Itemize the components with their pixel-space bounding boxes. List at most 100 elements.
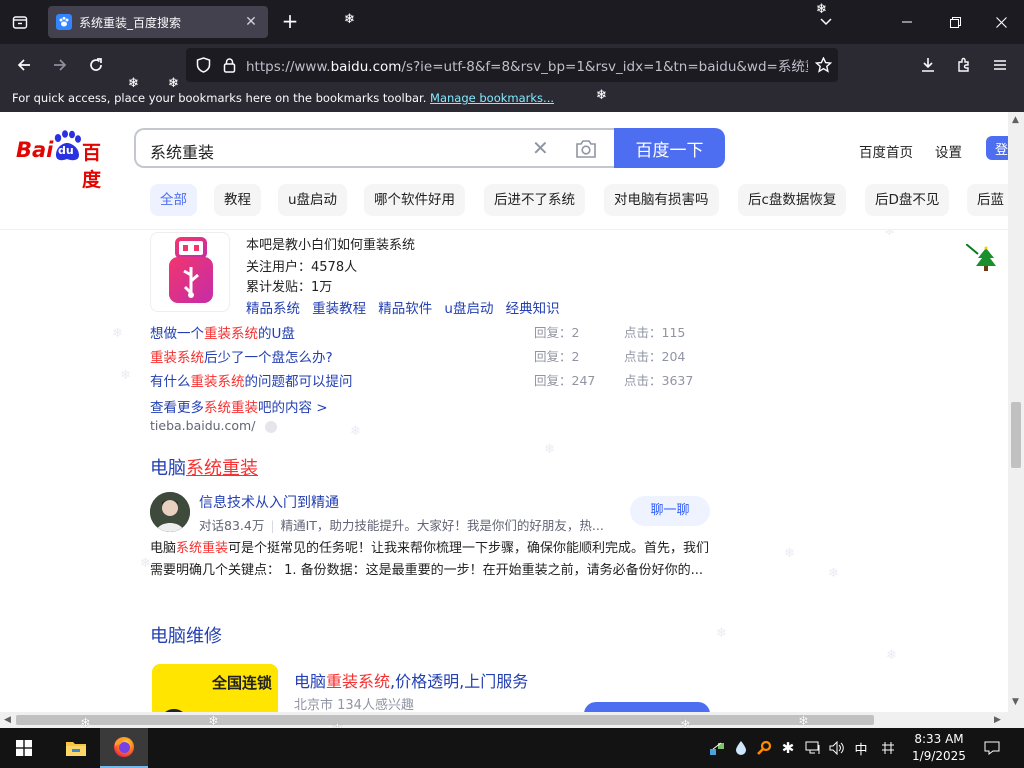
chip-tutorial[interactable]: 教程 <box>214 184 261 216</box>
windows-taskbar: ✱ 中 8:33 AM 1/9/2025 <box>0 728 1024 768</box>
chat-button[interactable]: 聊一聊 <box>630 496 710 526</box>
camera-search-icon[interactable] <box>574 138 598 160</box>
extensions-icon[interactable] <box>952 53 976 77</box>
file-explorer-icon[interactable] <box>52 728 100 768</box>
tieba-thread-link[interactable]: 有什么重装系统的问题都可以提问 <box>150 370 353 390</box>
notification-icon[interactable] <box>982 738 1002 758</box>
ime-mode-icon[interactable] <box>878 738 898 758</box>
close-window-button[interactable] <box>978 0 1024 44</box>
search-button[interactable]: 百度一下 <box>614 128 725 168</box>
tracking-protection-shield-icon[interactable] <box>194 56 212 74</box>
manage-bookmarks-link[interactable]: Manage bookmarks... <box>430 91 554 105</box>
system-clock[interactable]: 8:33 AM 1/9/2025 <box>906 731 972 765</box>
more-icon[interactable] <box>265 420 278 433</box>
author-name-link[interactable]: 信息技术从入门到精通 <box>199 492 339 512</box>
scroll-down-arrow-icon[interactable]: ▼ <box>1012 698 1020 707</box>
result-title-link[interactable]: 电脑维修 <box>150 622 222 648</box>
lock-icon[interactable] <box>220 56 238 74</box>
menu-icon[interactable] <box>988 53 1012 77</box>
chip-cannot-enter[interactable]: 后进不了系统 <box>484 184 585 216</box>
firefox-view-icon[interactable] <box>8 10 32 34</box>
scroll-right-arrow-icon[interactable]: ▶ <box>994 715 1001 725</box>
chip-all[interactable]: 全部 <box>150 184 197 216</box>
url-text[interactable]: https://www.baidu.com/s?ie=utf-8&f=8&rsv… <box>246 55 808 75</box>
usb-drive-icon <box>169 237 213 303</box>
network-icon[interactable] <box>802 738 824 758</box>
clock-time: 8:33 AM <box>914 732 964 746</box>
baidu-results-page: Bai du 百度 系统重装 ✕ 百度一下 百度首页 设置 登 全部 教程 u盘… <box>0 112 1008 712</box>
tieba-thread-link[interactable]: 重装系统后少了一个盘怎么办? <box>150 346 333 366</box>
thread-replies: 回复：2 <box>534 349 580 364</box>
repair-ad-image[interactable]: 全国连锁 <box>152 664 278 712</box>
author-stats: 对话83.4万 | 精通IT，助力技能提升。大家好！我是你们的好朋友，热... <box>199 518 604 533</box>
avatar[interactable] <box>150 492 190 532</box>
chip-c-drive-recovery[interactable]: 后c盘数据恢复 <box>738 184 847 216</box>
baidu-header: Bai du 百度 系统重装 ✕ 百度一下 百度首页 设置 登 全部 教程 u盘… <box>0 112 1008 230</box>
forward-arrow-icon[interactable] <box>48 53 72 77</box>
downloads-icon[interactable] <box>916 53 940 77</box>
result-snippet-line: 电脑系统重装可是个挺常见的任务呢！让我来帮你梳理一下步骤，确保你能顺利完成。首先… <box>150 541 710 556</box>
tieba-more-link[interactable]: 查看更多系统重装吧的内容 > <box>150 396 328 416</box>
drop-icon[interactable] <box>732 738 750 758</box>
tieba-category-link[interactable]: 重装教程 <box>312 301 366 317</box>
snowflake-tray-icon[interactable]: ✱ <box>778 738 798 758</box>
tieba-followers: 关注用户：4578人 <box>246 260 358 275</box>
thread-clicks: 点击：3637 <box>624 373 694 388</box>
new-tab-button[interactable]: + <box>280 11 300 32</box>
bookmarks-toolbar: For quick access, place your bookmarks h… <box>0 86 1024 112</box>
active-tab[interactable]: 系统重装_百度搜索 ✕ <box>48 6 268 38</box>
reload-icon[interactable] <box>84 53 108 77</box>
tab-strip: 系统重装_百度搜索 ✕ + <box>0 0 1024 44</box>
scroll-up-arrow-icon[interactable]: ▲ <box>1012 116 1020 125</box>
back-arrow-icon[interactable] <box>12 53 36 77</box>
volume-icon[interactable] <box>826 738 848 758</box>
thread-clicks: 点击：115 <box>624 325 686 340</box>
tieba-category-link[interactable]: 精品软件 <box>378 301 432 317</box>
settings-link[interactable]: 设置 <box>935 141 962 161</box>
tab-title: 系统重装_百度搜索 <box>79 15 182 30</box>
tieba-forum-logo[interactable] <box>150 232 230 312</box>
clear-search-icon[interactable]: ✕ <box>532 138 550 158</box>
vertical-scrollbar[interactable]: ▲ ▼ <box>1008 112 1024 712</box>
baidu-logo[interactable]: Bai du 百度 <box>16 130 118 191</box>
horizontal-scroll-thumb[interactable] <box>16 715 874 725</box>
baidu-home-link[interactable]: 百度首页 <box>859 141 913 161</box>
chip-harmful[interactable]: 对电脑有损害吗 <box>604 184 719 216</box>
tieba-source-url: tieba.baidu.com/ <box>150 418 278 433</box>
network-app-icon[interactable] <box>706 738 728 758</box>
scroll-left-arrow-icon[interactable]: ◀ <box>4 715 11 725</box>
thread-clicks: 点击：204 <box>624 349 686 364</box>
chip-usb-boot[interactable]: u盘启动 <box>278 184 348 216</box>
restore-button[interactable] <box>932 0 978 44</box>
minimize-button[interactable] <box>884 0 930 44</box>
tieba-category-link[interactable]: u盘启动 <box>444 301 493 317</box>
firefox-taskbar-icon[interactable] <box>100 728 148 768</box>
tieba-thread-link[interactable]: 想做一个重装系统的U盘 <box>150 322 295 342</box>
ime-indicator[interactable]: 中 <box>852 738 870 758</box>
login-button[interactable]: 登 <box>986 136 1008 160</box>
ad-title-link[interactable]: 电脑重装系统,价格透明,上门服务 <box>294 668 528 692</box>
search-key-icon[interactable] <box>754 738 774 758</box>
tieba-intro: 本吧是教小白们如何重装系统 <box>246 238 416 253</box>
list-all-tabs-icon[interactable] <box>816 12 836 32</box>
chip-which-software[interactable]: 哪个软件好用 <box>364 184 465 216</box>
search-query[interactable]: 系统重装 <box>150 139 214 163</box>
address-bar[interactable]: https://www.baidu.com/s?ie=utf-8&f=8&rsv… <box>186 48 838 82</box>
bookmark-star-icon[interactable] <box>808 57 838 73</box>
close-tab-icon[interactable]: ✕ <box>242 13 260 31</box>
thread-replies: 回复：2 <box>534 325 580 340</box>
result-title-link[interactable]: 电脑系统重装 <box>150 454 258 480</box>
bookmarks-hint: For quick access, place your bookmarks h… <box>12 91 431 105</box>
tieba-category-link[interactable]: 经典知识 <box>506 301 560 317</box>
clock-date: 1/9/2025 <box>912 749 966 763</box>
start-windows-icon[interactable] <box>0 728 48 768</box>
chip-blue[interactable]: 后蓝 <box>967 184 1008 216</box>
vertical-scroll-thumb[interactable] <box>1011 402 1021 468</box>
tieba-category-link[interactable]: 精品系统 <box>246 301 300 317</box>
ad-action-button[interactable] <box>584 702 710 712</box>
thread-replies: 回复：247 <box>534 373 596 388</box>
chip-d-drive-missing[interactable]: 后D盘不见 <box>865 184 950 216</box>
ad-meta: 北京市 134人感兴趣 <box>294 698 414 712</box>
search-input[interactable]: 系统重装 ✕ <box>134 128 614 168</box>
horizontal-scrollbar[interactable]: ◀ ▶ <box>0 712 1024 728</box>
